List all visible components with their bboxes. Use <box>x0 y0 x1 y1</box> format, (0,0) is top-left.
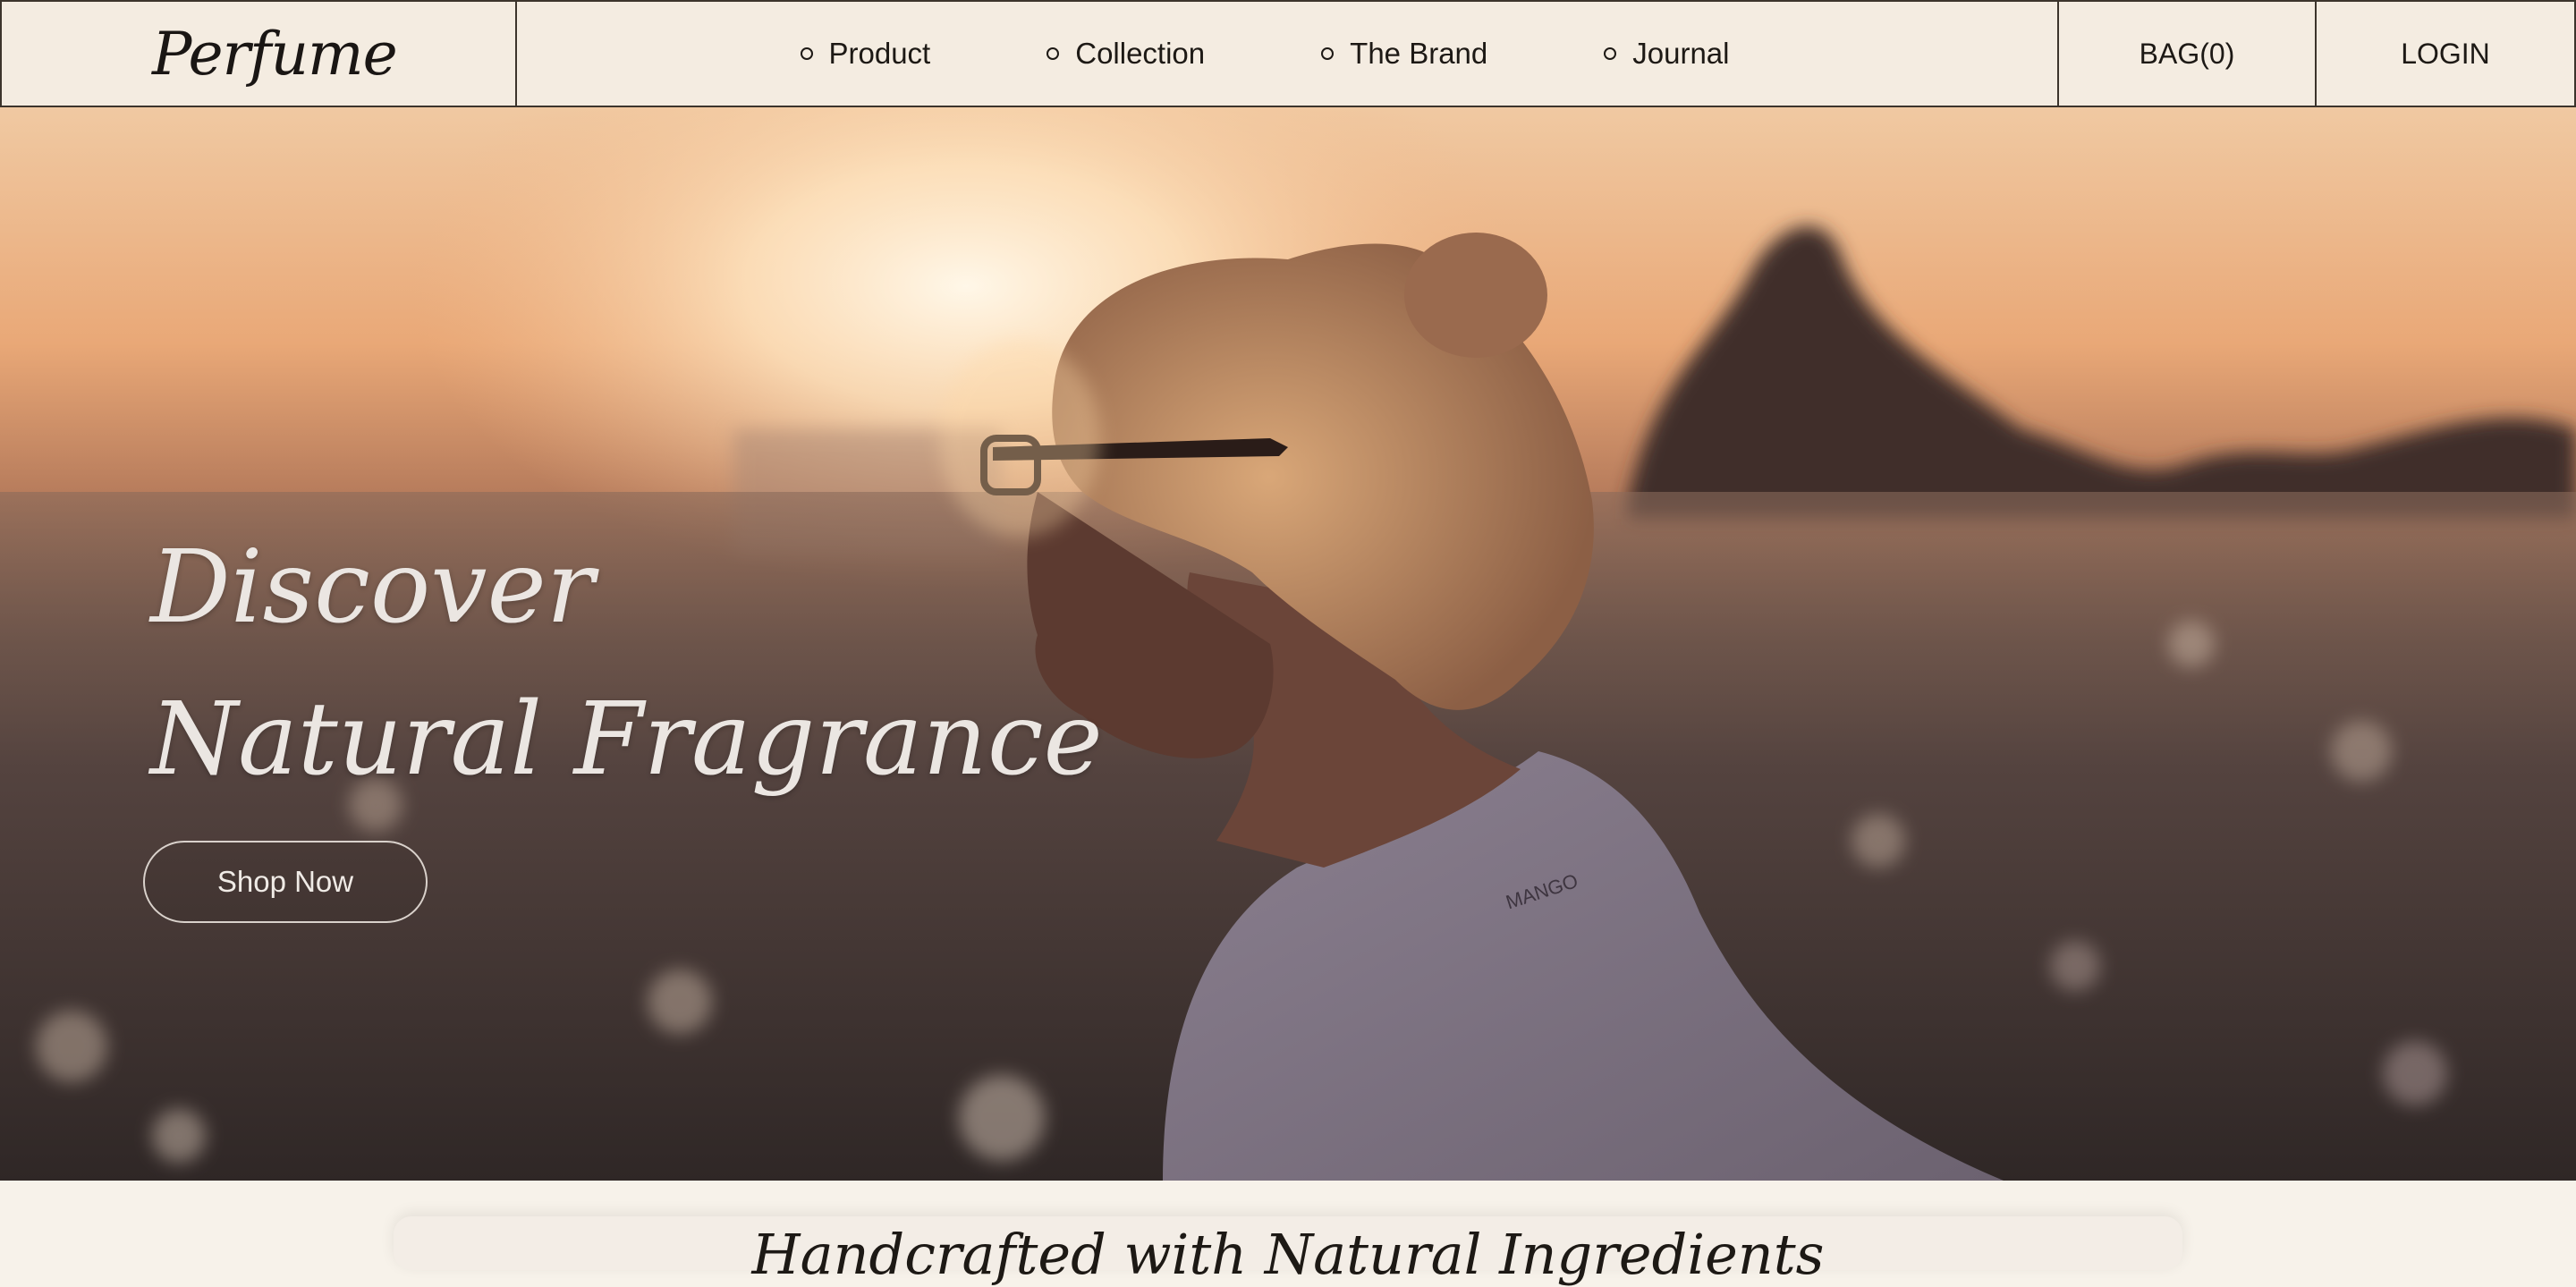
logo-cell: Perfume <box>2 2 517 106</box>
hero-heading-line2: Natural Fragrance <box>150 682 1103 798</box>
nav-item-the-brand[interactable]: The Brand <box>1321 37 1487 71</box>
top-navbar: Perfume Product Collection The Brand Jou… <box>0 0 2576 107</box>
circle-bullet-icon <box>1321 47 1335 60</box>
brand-logo[interactable]: Perfume <box>152 20 398 89</box>
nav-item-journal[interactable]: Journal <box>1604 37 1729 71</box>
next-section: Handcrafted with Natural Ingredients <box>0 1181 2576 1286</box>
circle-bullet-icon <box>1604 47 1617 60</box>
nav-item-label: Collection <box>1075 37 1206 70</box>
circle-bullet-icon <box>800 47 813 60</box>
nav-item-label: The Brand <box>1350 37 1488 70</box>
hero-heading: Discover Natural Fragrance <box>150 512 1103 816</box>
shop-now-button[interactable]: Shop Now <box>143 841 428 923</box>
bag-button[interactable]: BAG(0) <box>2057 2 2315 106</box>
nav-item-collection[interactable]: Collection <box>1046 37 1205 71</box>
hero-heading-line1: Discover <box>150 529 595 646</box>
section-heading: Handcrafted with Natural Ingredients <box>751 1222 1825 1287</box>
circle-bullet-icon <box>1046 47 1060 60</box>
login-button[interactable]: LOGIN <box>2315 2 2574 106</box>
nav-item-label: Journal <box>1632 37 1730 70</box>
hero-banner: MANGO Discover Natural Fragrance Shop No… <box>0 107 2576 1181</box>
main-nav: Product Collection The Brand Journal <box>517 2 2057 106</box>
nav-item-label: Product <box>828 37 931 70</box>
nav-item-product[interactable]: Product <box>800 37 931 71</box>
